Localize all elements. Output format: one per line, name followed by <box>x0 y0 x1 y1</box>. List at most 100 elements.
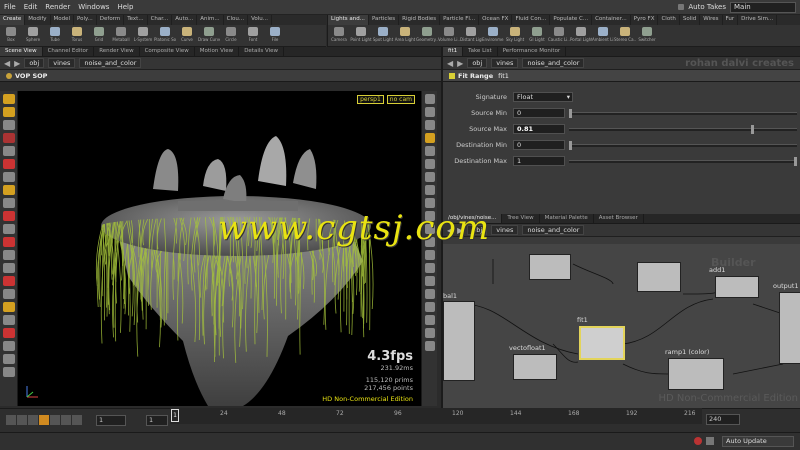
param-value-field[interactable]: 0.81 <box>513 124 565 134</box>
shelf-tool[interactable]: Environme... <box>482 25 504 42</box>
cam-mode-menu[interactable]: no cam <box>386 95 415 104</box>
tool-icon[interactable] <box>424 185 435 195</box>
tool-icon[interactable] <box>2 354 15 364</box>
tool-icon[interactable] <box>2 120 15 130</box>
shelf-tool[interactable]: Tube <box>44 25 66 42</box>
shelf-tool[interactable]: Sphere <box>22 25 44 42</box>
signature-select[interactable]: Float ▾ <box>513 92 573 102</box>
tool-icon[interactable] <box>424 250 435 260</box>
shelf-tab[interactable]: Solid <box>680 15 701 25</box>
menu-windows[interactable]: Windows <box>74 3 113 11</box>
param-slider[interactable] <box>569 108 797 118</box>
path-crumb-vines[interactable]: vines <box>491 58 519 68</box>
menu-render[interactable]: Render <box>41 3 74 11</box>
shelf-tab[interactable]: Container... <box>592 15 631 25</box>
shelf-tool[interactable]: Grid <box>88 25 110 42</box>
shelf-tool[interactable]: GI Light <box>526 25 548 42</box>
tool-icon[interactable] <box>424 94 435 104</box>
pane-tab[interactable]: Performance Monitor <box>498 47 567 56</box>
tool-icon[interactable] <box>2 237 15 247</box>
slider-knob[interactable] <box>751 124 755 134</box>
shelf-tab[interactable]: Create <box>0 15 26 25</box>
slider-knob[interactable] <box>569 140 572 150</box>
menu-edit[interactable]: Edit <box>20 3 42 11</box>
shelf-tab[interactable]: Auto... <box>172 15 198 25</box>
back-icon[interactable]: ◀ <box>4 59 10 68</box>
shelf-tab[interactable]: Rigid Bodies <box>399 15 441 25</box>
frame-marker[interactable]: 1 <box>171 409 179 422</box>
pane-tab[interactable]: Tree View <box>502 214 540 223</box>
tool-icon[interactable] <box>2 328 15 338</box>
node-fit1[interactable] <box>579 326 625 360</box>
tool-icon[interactable] <box>424 276 435 286</box>
tool-icon[interactable] <box>2 289 15 299</box>
tool-icon[interactable] <box>2 250 15 260</box>
step-forward-icon[interactable] <box>61 415 71 425</box>
shelf-tool[interactable]: File <box>264 25 286 42</box>
shelf-tool[interactable]: Box <box>0 25 22 42</box>
shelf-tool[interactable]: Ambient Li... <box>592 25 614 42</box>
path-crumb-obj[interactable]: obj <box>24 58 45 68</box>
pane-tab[interactable]: Channel Editor <box>43 47 95 56</box>
shelf-tool[interactable]: Caustic Li... <box>548 25 570 42</box>
shelf-tool[interactable]: Camera <box>328 25 350 42</box>
tool-icon[interactable] <box>2 146 15 156</box>
pane-tab[interactable]: fit1 <box>443 47 464 56</box>
pane-tab[interactable]: Scene View <box>0 47 43 56</box>
menu-file[interactable]: File <box>0 3 20 11</box>
tool-icon[interactable] <box>2 211 15 221</box>
slider-knob[interactable] <box>794 156 797 166</box>
tool-icon[interactable] <box>2 341 15 351</box>
end-frame-field[interactable]: 240 <box>706 414 740 425</box>
shelf-tab[interactable]: Model <box>51 15 75 25</box>
pane-tab[interactable]: Composite View <box>140 47 195 56</box>
shelf-tab[interactable]: Pyro FX <box>631 15 659 25</box>
shelf-tab[interactable]: Text... <box>124 15 148 25</box>
shelf-tool[interactable]: Geometry... <box>416 25 438 42</box>
node-vectofloat1[interactable] <box>513 354 557 380</box>
shelf-tool[interactable]: Area Light <box>394 25 416 42</box>
shelf-tab[interactable]: Fur <box>723 15 739 25</box>
shelf-tab[interactable]: Poly... <box>74 15 97 25</box>
tool-icon[interactable] <box>2 133 15 143</box>
path-crumb-obj[interactable]: obj <box>467 58 488 68</box>
pane-tab[interactable]: Details View <box>239 47 285 56</box>
shelf-tab[interactable]: Modify <box>25 15 51 25</box>
node-input[interactable] <box>637 262 681 292</box>
back-icon[interactable]: ◀ <box>447 59 453 68</box>
node-output1[interactable] <box>779 292 800 364</box>
tool-icon[interactable] <box>2 159 15 169</box>
path-crumb-node[interactable]: noise_and_color <box>522 58 585 68</box>
node-add1[interactable] <box>715 276 759 298</box>
tool-icon[interactable] <box>2 367 15 377</box>
shelf-tab[interactable]: Lights and... <box>328 15 369 25</box>
shelf-tab[interactable]: Particles <box>369 15 400 25</box>
shelf-tool[interactable]: Spot Light <box>372 25 394 42</box>
menu-help[interactable]: Help <box>113 3 137 11</box>
start-frame-field[interactable]: 1 <box>96 415 126 426</box>
tool-icon[interactable] <box>424 133 435 143</box>
auto-takes-icon[interactable] <box>678 4 685 10</box>
path-crumb-node[interactable]: noise_and_color <box>522 225 585 235</box>
desktop-select[interactable]: Main <box>730 1 796 13</box>
tool-icon[interactable] <box>424 341 435 351</box>
path-crumb-vines[interactable]: vines <box>48 58 76 68</box>
node-global[interactable] <box>443 301 475 381</box>
jump-end-icon[interactable] <box>72 415 82 425</box>
pane-tab[interactable]: Render View <box>94 47 140 56</box>
tool-icon[interactable] <box>424 328 435 338</box>
tool-icon[interactable] <box>424 107 435 117</box>
shelf-tool[interactable]: Font <box>242 25 264 42</box>
play-icon[interactable] <box>50 415 60 425</box>
shelf-tab[interactable]: Anim... <box>197 15 224 25</box>
slider-knob[interactable] <box>569 108 572 118</box>
shelf-tab[interactable]: Fluid Con... <box>512 15 551 25</box>
tool-icon[interactable] <box>2 185 15 195</box>
shelf-tab[interactable]: Cloth <box>658 15 680 25</box>
param-slider[interactable] <box>569 156 797 166</box>
shelf-tool[interactable]: Metaball <box>110 25 132 42</box>
jump-start-icon[interactable] <box>6 415 16 425</box>
path-crumb-node[interactable]: noise_and_color <box>79 58 142 68</box>
shelf-tab[interactable]: Deform <box>97 15 125 25</box>
shelf-tool[interactable]: Sky Light <box>504 25 526 42</box>
